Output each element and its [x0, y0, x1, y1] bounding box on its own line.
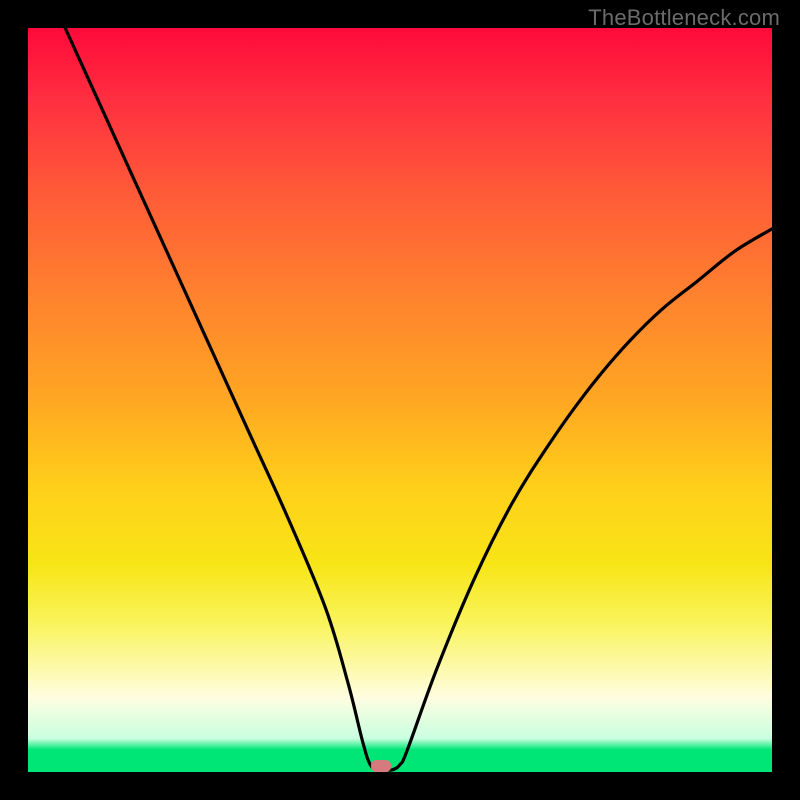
optimal-point-marker — [371, 760, 391, 772]
bottleneck-curve — [28, 28, 772, 772]
watermark-text: TheBottleneck.com — [588, 5, 780, 31]
plot-area — [28, 28, 772, 772]
chart-frame: TheBottleneck.com — [0, 0, 800, 800]
